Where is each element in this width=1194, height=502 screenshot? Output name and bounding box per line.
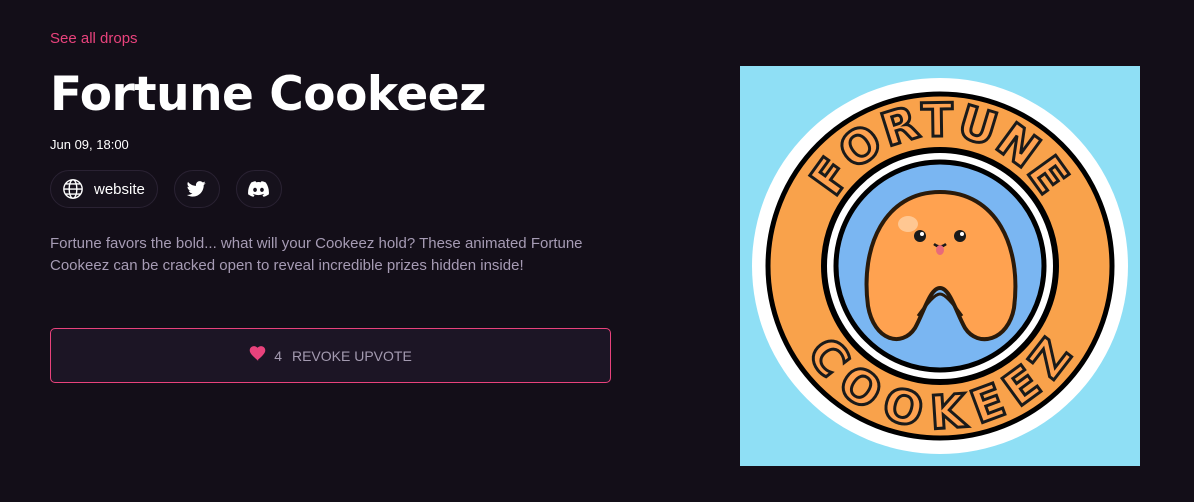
- twitter-button[interactable]: [173, 170, 220, 208]
- twitter-icon: [187, 181, 207, 197]
- website-button[interactable]: website: [50, 170, 158, 208]
- globe-icon: [62, 178, 84, 200]
- page-title: Fortune Cookeez: [50, 67, 486, 122]
- drop-artwork: FORTUNE COOKEEZ: [740, 66, 1140, 466]
- drop-page: See all drops Fortune Cookeez Jun 09, 18…: [0, 0, 1194, 502]
- drop-date: Jun 09, 18:00: [50, 137, 129, 152]
- heart-icon: [249, 345, 266, 366]
- social-links: website: [50, 170, 282, 208]
- discord-icon: [248, 181, 270, 197]
- revoke-upvote-button[interactable]: 4 REVOKE UPVOTE: [50, 328, 611, 383]
- discord-button[interactable]: [235, 170, 282, 208]
- see-all-drops-link[interactable]: See all drops: [50, 30, 138, 47]
- website-label: website: [94, 180, 145, 198]
- upvote-count: 4: [274, 347, 282, 364]
- drop-description: Fortune favors the bold... what will you…: [50, 235, 583, 274]
- upvote-label: REVOKE UPVOTE: [291, 347, 412, 364]
